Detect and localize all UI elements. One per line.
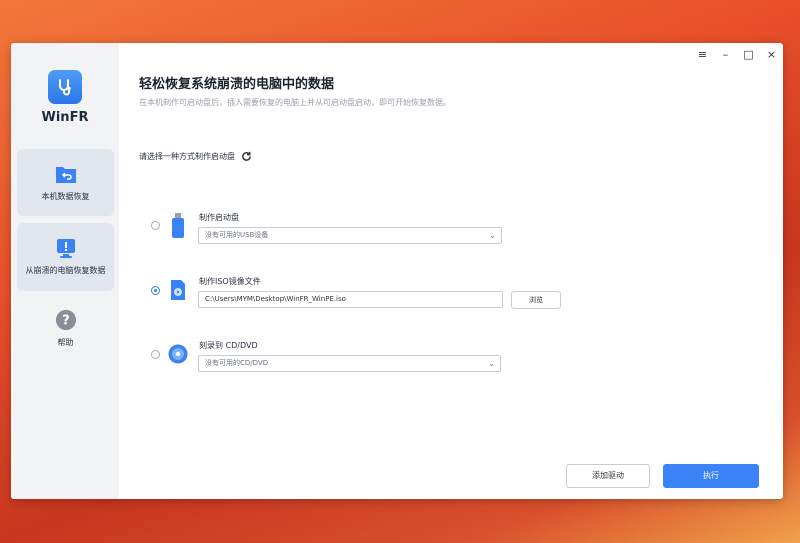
sidebar-item-label: 本机数据恢复: [41, 192, 90, 201]
iso-option-label: 制作ISO镜像文件: [199, 277, 261, 286]
menu-icon[interactable]: ≡: [691, 43, 714, 65]
sidebar-item-label: 从崩溃的电脑恢复数据: [25, 266, 106, 275]
sidebar: WinFR 本机数据恢复 从崩溃的电脑恢复数据 ? 帮助: [11, 43, 119, 499]
minimize-icon[interactable]: –: [714, 43, 737, 65]
add-driver-button[interactable]: 添加驱动: [566, 464, 650, 488]
maximize-icon[interactable]: □: [737, 43, 760, 65]
cd-option-radio[interactable]: [151, 350, 160, 359]
execute-button[interactable]: 执行: [663, 464, 759, 488]
sidebar-item-local-recovery[interactable]: 本机数据恢复: [17, 149, 114, 216]
usb-drive-icon: [172, 213, 184, 238]
page-subtitle: 在本机制作可启动盘后，插入需要恢复的电脑上并从可启动盘启动，即可开始恢复数据。: [139, 98, 451, 107]
sidebar-item-crashed-recovery[interactable]: 从崩溃的电脑恢复数据: [17, 223, 114, 291]
choose-method-label: 请选择一种方式制作启动盘: [139, 152, 235, 161]
stethoscope-icon: [59, 79, 71, 96]
app-name: WinFR: [41, 110, 89, 125]
window-controls: ≡ – □ ×: [691, 43, 783, 65]
choose-method: 请选择一种方式制作启动盘: [139, 151, 252, 162]
close-icon[interactable]: ×: [760, 43, 783, 65]
folder-restore-icon: [55, 167, 76, 183]
sidebar-item-label: 帮助: [57, 338, 74, 347]
svg-text:?: ?: [62, 314, 69, 329]
iso-option-radio[interactable]: [151, 286, 160, 295]
iso-path-field[interactable]: C:\Users\MYM\Desktop\WinFR_WinPE.iso: [198, 291, 503, 308]
cd-option-label: 刻录到 CD/DVD: [199, 341, 258, 350]
refresh-icon[interactable]: [241, 151, 252, 162]
disc-icon: [168, 344, 188, 364]
page-title: 轻松恢复系统崩溃的电脑中的数据: [139, 77, 335, 92]
usb-option-radio[interactable]: [151, 221, 160, 230]
usb-device-select[interactable]: 没有可用的USB设备 ⌄: [198, 227, 502, 244]
cd-device-select[interactable]: 没有可用的CD/DVD ⌄: [198, 355, 501, 372]
app-logo: [48, 70, 82, 104]
iso-file-icon: [171, 280, 185, 300]
chevron-down-icon: ⌄: [489, 231, 496, 240]
usb-option-label: 制作启动盘: [199, 213, 239, 222]
usb-device-select-value: 没有可用的USB设备: [205, 231, 269, 239]
browse-button[interactable]: 浏览: [511, 291, 561, 309]
crashed-pc-icon: [56, 239, 75, 258]
chevron-down-icon: ⌄: [488, 359, 495, 368]
sidebar-item-help[interactable]: ? 帮助: [17, 305, 114, 357]
cd-device-select-value: 没有可用的CD/DVD: [205, 359, 269, 367]
help-icon: ?: [55, 309, 76, 331]
app-window: WinFR 本机数据恢复 从崩溃的电脑恢复数据 ? 帮助 ≡ – □ × 轻松恢…: [11, 43, 783, 499]
